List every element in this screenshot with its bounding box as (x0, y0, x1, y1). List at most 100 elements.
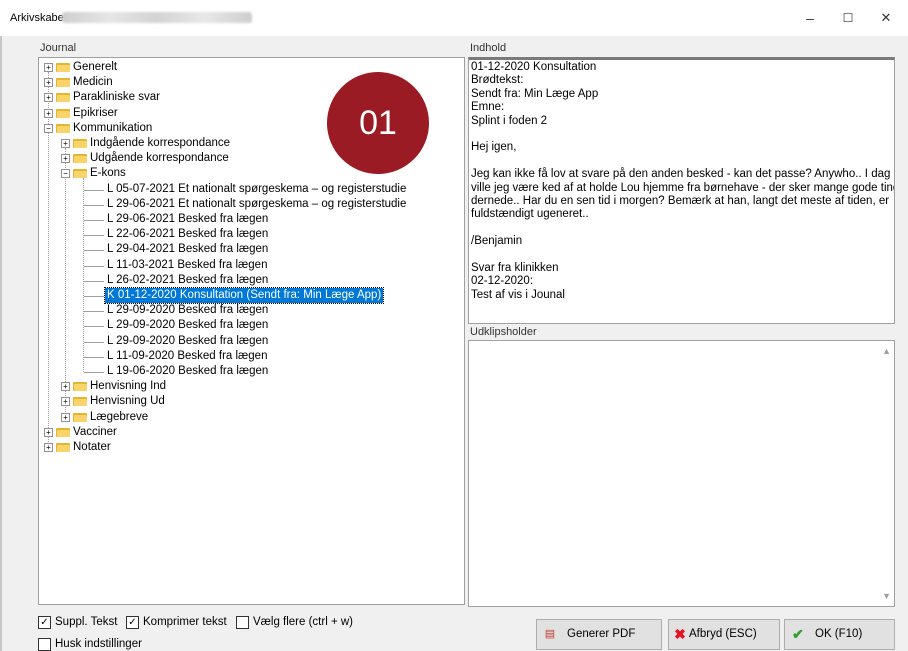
tree-item[interactable]: L 29-09-2020 Besked fra lægen (107, 318, 268, 333)
folder-icon (73, 381, 87, 392)
husk-indstillinger-label: Husk indstillinger (55, 638, 142, 650)
scroll-down-arrow-icon[interactable]: ▼ (882, 591, 891, 601)
suppl-tekst-checkbox[interactable]: ✓ Suppl. Tekst (38, 615, 138, 629)
maximize-button[interactable]: ☐ (828, 6, 868, 30)
expand-icon[interactable]: + (61, 139, 70, 148)
tree-leaf-connector (84, 326, 104, 328)
expand-icon[interactable]: + (44, 443, 53, 452)
tree-item[interactable]: L 26-02-2021 Besked fra lægen (107, 273, 268, 288)
tree-folder-label[interactable]: Parakliniske svar (73, 90, 160, 105)
tree-leaf-connector (84, 189, 104, 191)
expand-icon[interactable]: + (44, 63, 53, 72)
tree-item[interactable]: L 29-09-2020 Besked fra lægen (107, 334, 268, 349)
tree-leaf-connector (84, 341, 104, 343)
expand-icon[interactable]: + (61, 412, 70, 422)
tree-leaf-connector (84, 280, 104, 282)
folder-icon (56, 108, 70, 118)
folder-icon (73, 168, 87, 179)
close-button[interactable]: ✕ (866, 6, 906, 30)
tree-folder-label[interactable]: Generelt (73, 60, 117, 75)
tree-folder-label[interactable]: Lægebreve (90, 410, 148, 425)
tree-connector-level1 (65, 148, 66, 418)
folder-icon (56, 92, 70, 103)
journal-label: Journal (38, 42, 79, 54)
generer-pdf-button[interactable]: ▤ Generer PDF (536, 619, 662, 650)
tree-item[interactable]: L 29-06-2021 Et nationalt spørgeskema – … (107, 197, 406, 212)
tree-folder-label[interactable]: Kommunikation (73, 121, 152, 136)
tree-connector-level2 (83, 178, 84, 372)
suppl-tekst-check-icon[interactable]: ✓ (38, 616, 51, 629)
vaelg-flere-checkbox[interactable]: Vælg flere (ctrl + w) (236, 615, 366, 629)
scroll-up-arrow-icon[interactable]: ▲ (882, 346, 891, 356)
folder-icon (56, 62, 70, 72)
content-line: Jeg kan ikke få lov at svare på den ande… (471, 168, 891, 181)
tree-folder-label[interactable]: Indgående korrespondance (90, 136, 230, 151)
pdf-icon: ▤ (544, 628, 556, 640)
tree-leaf-connector (84, 220, 104, 221)
content-line: 01-12-2020 Konsultation (471, 61, 597, 73)
collapse-icon[interactable]: − (61, 169, 70, 179)
tree-leaf-connector (84, 250, 104, 252)
expand-icon[interactable]: + (61, 397, 70, 407)
husk-indstillinger-checkbox[interactable]: Husk indstillinger (38, 637, 158, 651)
expand-icon[interactable]: + (44, 427, 53, 437)
tree-folder-label[interactable]: Henvisning Ind (90, 379, 166, 394)
red-x-icon: ✖ (674, 626, 686, 642)
afbryd-button[interactable]: ✖ Afbryd (ESC) (668, 619, 780, 650)
afbryd-label: Afbryd (ESC) (689, 628, 757, 640)
folder-icon (56, 427, 70, 437)
tree-item[interactable]: L 29-09-2020 Besked fra lægen (107, 303, 268, 318)
ok-button[interactable]: ✔ OK (F10) (784, 619, 895, 650)
expand-icon[interactable]: + (61, 154, 70, 164)
tree-item[interactable]: L 05-07-2021 Et nationalt spørgeskema – … (107, 182, 406, 197)
folder-icon (73, 412, 87, 422)
content-line: fuldstændigt ugeneret.. (471, 208, 589, 221)
green-check-icon: ✔ (792, 626, 804, 642)
tree-item[interactable]: L 11-09-2020 Besked fra lægen (107, 349, 267, 364)
tree-item[interactable]: L 29-04-2021 Besked fra lægen (107, 242, 268, 257)
tree-folder-label[interactable]: Vacciner (73, 425, 117, 440)
redacted-patient-name (62, 12, 252, 23)
tree-item[interactable]: L 29-06-2021 Besked fra lægen (107, 212, 268, 227)
tree-leaf-connector (84, 265, 104, 267)
komprimer-tekst-checkbox[interactable]: ✓ Komprimer tekst (126, 615, 236, 629)
clipboard-textarea[interactable]: ▲ ▼ (468, 340, 895, 607)
expand-icon[interactable]: + (44, 108, 53, 118)
generer-pdf-label: Generer PDF (567, 628, 636, 640)
vaelg-flere-box[interactable] (236, 616, 249, 629)
content-textbox[interactable]: 01-12-2020 Konsultation Brødtekst: Sendt f… (468, 57, 895, 324)
tree-folder-label[interactable]: Epikriser (73, 106, 118, 121)
tree-folder-label[interactable]: Notater (73, 440, 111, 455)
expand-icon[interactable]: + (61, 382, 70, 392)
expand-icon[interactable]: + (44, 93, 53, 103)
folder-icon (56, 442, 70, 452)
komprimer-tekst-check-icon[interactable]: ✓ (126, 616, 139, 629)
minimize-button[interactable]: – (790, 6, 830, 30)
tree-leaf-connector (84, 296, 104, 297)
content-line: Brødtekst: (471, 74, 524, 87)
tree-folder-label[interactable]: E-kons (90, 166, 126, 181)
ok-label: OK (F10) (815, 628, 863, 640)
content-line: Hej igen, (471, 141, 517, 154)
husk-indstillinger-box[interactable] (38, 638, 51, 651)
content-line: 02-12-2020: (471, 275, 534, 288)
content-line: ville jeg være ked af at holde Lou hjemm… (471, 181, 895, 194)
suppl-tekst-label: Suppl. Tekst (55, 616, 118, 628)
tree-folder-label[interactable]: Henvisning Ud (90, 394, 165, 409)
tree-folder-label[interactable]: Medicin (73, 75, 113, 90)
content-label: Indhold (468, 42, 509, 54)
tree-item-selected[interactable]: K 01-12-2020 Konsultation (Sendt fra: Mi… (103, 287, 385, 304)
expand-icon[interactable]: + (44, 78, 53, 88)
tree-item[interactable]: L 19-06-2020 Besked fra lægen (107, 364, 268, 379)
tree-folder-label[interactable]: Udgående korrespondance (90, 151, 229, 166)
tree-item[interactable]: L 11-03-2021 Besked fra lægen (107, 258, 267, 273)
folder-icon (73, 153, 87, 164)
folder-icon (56, 77, 70, 88)
tree-item[interactable]: L 22-06-2021 Besked fra lægen (107, 227, 268, 242)
collapse-icon[interactable]: − (44, 123, 53, 133)
folder-icon (73, 138, 87, 148)
content-line: Svar fra klinikken (471, 262, 559, 274)
tree-leaf-connector (84, 235, 104, 237)
tree-leaf-connector (84, 311, 104, 313)
tree-leaf-connector (84, 372, 104, 373)
